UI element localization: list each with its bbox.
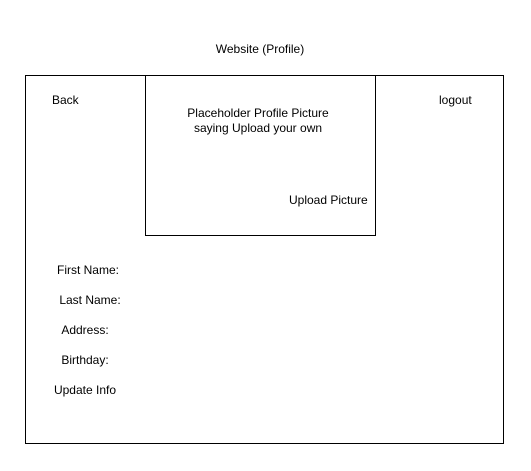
birthday-label: Birthday: — [61, 353, 109, 367]
first-name-label: First Name: — [56, 263, 119, 277]
logout-button[interactable]: logout — [439, 93, 472, 107]
upload-picture-button[interactable]: Upload Picture — [289, 193, 368, 207]
profile-picture-box — [145, 75, 376, 236]
address-label: Address: — [61, 323, 109, 337]
profile-picture-placeholder: Placeholder Profile Picture saying Uploa… — [178, 106, 338, 136]
page-title: Website (Profile) — [215, 42, 305, 56]
back-button[interactable]: Back — [52, 93, 79, 107]
placeholder-line-2: saying Upload your own — [193, 121, 323, 135]
placeholder-line-1: Placeholder Profile Picture — [187, 106, 329, 120]
last-name-label: Last Name: — [59, 293, 121, 307]
update-info-button[interactable]: Update Info — [25, 383, 145, 397]
